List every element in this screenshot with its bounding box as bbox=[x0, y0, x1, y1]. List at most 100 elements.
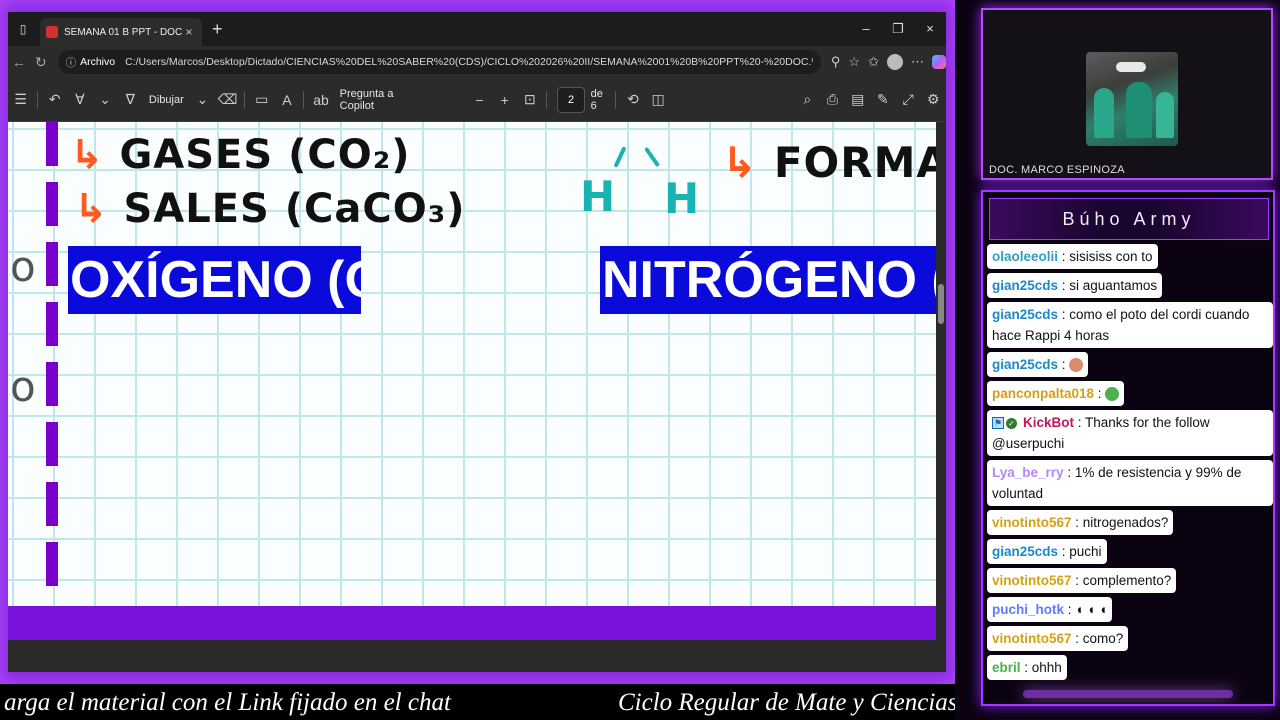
forma-text: FORMA E bbox=[773, 138, 936, 187]
copilot-button[interactable]: Pregunta a Copilot bbox=[340, 88, 428, 112]
chat-message: ebril : ohhh bbox=[987, 655, 1067, 680]
purple-dashed-line bbox=[46, 122, 58, 592]
chat-message: puchi_hotk : ◖ ◖ ◖ bbox=[987, 597, 1113, 622]
person-figure bbox=[1126, 82, 1152, 138]
handwriting-fragment: o bbox=[10, 362, 36, 411]
info-icon[interactable]: ⓘ bbox=[66, 55, 77, 70]
chat-message: gian25cds : como el poto del cordi cuand… bbox=[987, 302, 1273, 348]
chat-message: vinotinto567 : como? bbox=[987, 626, 1129, 651]
page-number-input[interactable]: 2 bbox=[557, 86, 585, 113]
contents-icon[interactable]: ☰ bbox=[8, 91, 33, 108]
divider bbox=[546, 90, 548, 109]
search-icon[interactable]: ⌕ bbox=[795, 91, 820, 108]
more-menu-icon[interactable]: ⋯ bbox=[911, 54, 924, 70]
chat-username[interactable]: ebril bbox=[992, 660, 1021, 675]
chat-username[interactable]: vinotinto567 bbox=[992, 631, 1072, 646]
maximize-button[interactable]: ❐ bbox=[882, 21, 914, 37]
chat-message: vinotinto567 : nitrogenados? bbox=[987, 510, 1174, 535]
save-icon[interactable]: ▤ bbox=[845, 91, 870, 108]
chat-username[interactable]: gian25cds bbox=[992, 544, 1058, 559]
copilot-icon[interactable] bbox=[931, 55, 946, 69]
undo-icon[interactable]: ↶ bbox=[42, 91, 67, 108]
ticker-text-right: Ciclo Regular de Mate y Ciencias - bbox=[618, 689, 955, 716]
tab-pdf[interactable]: SEMANA 01 B PPT - DOC. MARCO × bbox=[40, 18, 202, 46]
chat-message-row: gian25cds : como el poto del cordi cuand… bbox=[987, 302, 1273, 352]
zoom-out-icon[interactable]: − bbox=[467, 92, 492, 108]
favorites-icon[interactable]: ✩ bbox=[868, 54, 879, 70]
eraser-icon[interactable]: ⌫ bbox=[215, 91, 240, 108]
back-icon[interactable]: ← bbox=[8, 54, 30, 70]
chat-text: : nitrogenados? bbox=[1071, 515, 1169, 530]
browser-window: ▯ SEMANA 01 B PPT - DOC. MARCO × + – ❐ ×… bbox=[8, 12, 946, 672]
chat-username[interactable]: gian25cds bbox=[992, 278, 1058, 293]
save-as-icon[interactable]: ✎ bbox=[870, 91, 895, 108]
title-bar: ▯ SEMANA 01 B PPT - DOC. MARCO × + – ❐ × bbox=[8, 12, 946, 46]
chat-username[interactable]: olaoleeolii bbox=[992, 249, 1058, 264]
chat-message-row: Lya_be_rry : 1% de resistencia y 99% de … bbox=[987, 460, 1273, 510]
draw-icon[interactable]: ∇ bbox=[118, 91, 143, 108]
chevron-down-icon[interactable]: ⌄ bbox=[190, 91, 215, 108]
font-icon[interactable]: A bbox=[274, 92, 299, 108]
read-aloud-icon[interactable]: ab bbox=[308, 92, 333, 108]
fullscreen-icon[interactable]: ⤢ bbox=[895, 91, 920, 108]
chat-username[interactable]: Lya_be_rry bbox=[992, 465, 1064, 480]
divider bbox=[244, 90, 246, 109]
settings-icon[interactable]: ⚙ bbox=[921, 91, 946, 108]
draw-button[interactable]: Dibujar bbox=[149, 94, 184, 106]
refresh-icon[interactable]: ↻ bbox=[30, 54, 52, 71]
window-controls: – ❐ × bbox=[850, 21, 946, 37]
arrow-icon: ↳ bbox=[70, 132, 105, 178]
zoom-icon[interactable]: ⚲ bbox=[831, 54, 841, 70]
chat-message: Lya_be_rry : 1% de resistencia y 99% de … bbox=[987, 460, 1273, 506]
page-view-icon[interactable]: ◫ bbox=[646, 91, 671, 108]
chat-username[interactable]: vinotinto567 bbox=[992, 573, 1072, 588]
chat-text: : ohhh bbox=[1020, 660, 1062, 675]
highlight-icon[interactable]: ∀ bbox=[67, 91, 92, 108]
slide-footer-band bbox=[8, 606, 936, 640]
hydrogen-left: H bbox=[580, 172, 616, 221]
rotate-icon[interactable]: ⟲ bbox=[620, 91, 645, 108]
address-bar: ← ↻ ⓘ Archivo C:/Users/Marcos/Desktop/Di… bbox=[8, 46, 946, 78]
divider bbox=[37, 90, 39, 109]
pdf-page[interactable]: o o ↳ GASES (CO₂) ↳ SALES (CaCO₃) H H ↳ … bbox=[8, 122, 936, 606]
gases-line: ↳ GASES (CO₂) bbox=[70, 132, 411, 178]
document-bottom-area bbox=[8, 640, 936, 672]
bond-line bbox=[644, 146, 660, 168]
print-icon[interactable]: ⎙ bbox=[820, 91, 845, 108]
fit-page-icon[interactable]: ⊡ bbox=[517, 91, 542, 108]
zoom-in-icon[interactable]: + bbox=[492, 92, 517, 108]
chat-username[interactable]: vinotinto567 bbox=[992, 515, 1072, 530]
ticker-bar: arga el material con el Link fijado en e… bbox=[0, 684, 955, 720]
vertical-scrollbar[interactable] bbox=[936, 122, 946, 672]
hydrogen-right: H bbox=[664, 174, 700, 223]
chevron-down-icon[interactable]: ⌄ bbox=[93, 91, 118, 108]
chat-username[interactable]: panconpalta018 bbox=[992, 386, 1094, 401]
new-tab-button[interactable]: + bbox=[212, 19, 223, 40]
chat-username[interactable]: gian25cds bbox=[992, 307, 1058, 322]
bot-badge-icon: ⚑ bbox=[992, 417, 1004, 430]
chat-message: gian25cds : puchi bbox=[987, 539, 1107, 564]
chat-message-row: panconpalta018 : bbox=[987, 381, 1273, 410]
text-box-icon[interactable]: ▭ bbox=[249, 91, 274, 108]
chat-message-row: gian25cds : puchi bbox=[987, 539, 1273, 568]
sidebar-toggle-icon[interactable]: ▯ bbox=[14, 20, 32, 38]
chat-username[interactable]: KickBot bbox=[1023, 415, 1074, 430]
chat-username[interactable]: puchi_hotk bbox=[992, 602, 1064, 617]
close-window-button[interactable]: × bbox=[914, 21, 946, 37]
chat-message-row: puchi_hotk : ◖ ◖ ◖ bbox=[987, 597, 1273, 626]
profile-avatar[interactable] bbox=[886, 54, 903, 70]
forma-line: ↳ FORMA E bbox=[722, 138, 936, 187]
chat-message: ⚑ ✓ KickBot : Thanks for the follow @userp… bbox=[987, 410, 1273, 456]
tab-close-icon[interactable]: × bbox=[182, 25, 196, 39]
chat-message-row: ebril : ohhh bbox=[987, 655, 1273, 684]
address-actions: ⚲ ☆ ✩ ⋯ bbox=[831, 54, 946, 70]
chat-title: Búho Army bbox=[989, 198, 1269, 240]
minimize-button[interactable]: – bbox=[850, 21, 882, 37]
url-input[interactable]: ⓘ Archivo C:/Users/Marcos/Desktop/Dictad… bbox=[57, 50, 821, 74]
favorite-star-icon[interactable]: ☆ bbox=[848, 54, 860, 70]
divider bbox=[615, 90, 617, 109]
chat-message: panconpalta018 : bbox=[987, 381, 1125, 406]
chat-text: : como? bbox=[1071, 631, 1124, 646]
chat-username[interactable]: gian25cds bbox=[992, 357, 1058, 372]
scrollbar-thumb[interactable] bbox=[938, 284, 944, 324]
